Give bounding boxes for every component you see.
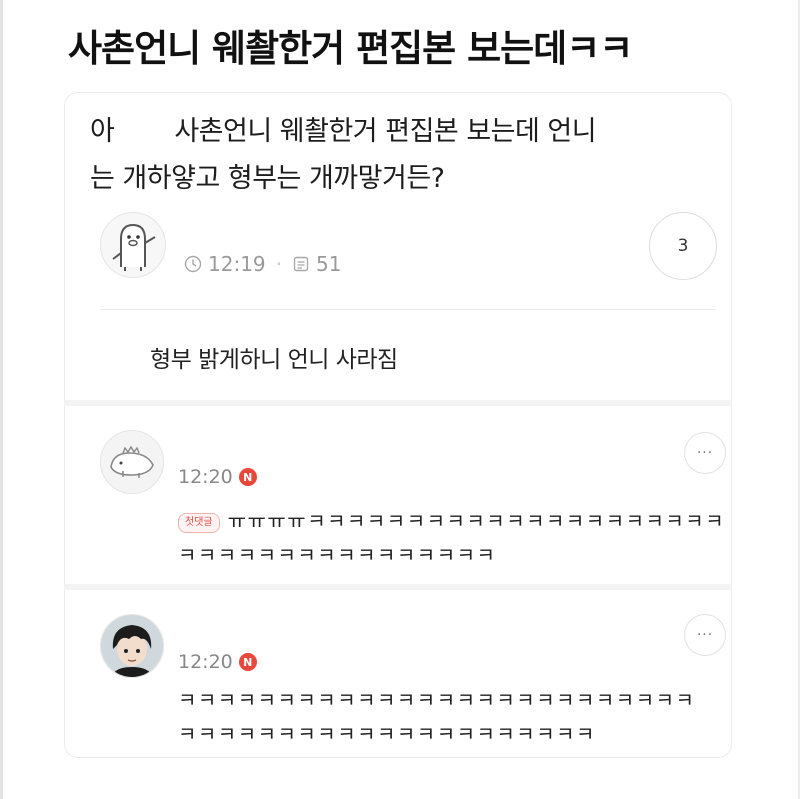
- meta-separator: ·: [275, 252, 282, 276]
- comment-time-text: 12:20: [178, 651, 233, 673]
- comment-line-1: ㅋㅋㅋㅋㅋㅋㅋㅋㅋㅋㅋㅋㅋㅋㅋㅋㅋㅋㅋㅋㅋㅋㅋㅋㅋㅋ: [178, 688, 696, 712]
- comment-text: 첫댓글 ㅠㅠㅠㅠㅋㅋㅋㅋㅋㅋㅋㅋㅋㅋㅋㅋㅋㅋㅋㅋㅋㅋㅋㅋㅋ ㅋㅋㅋㅋㅋㅋㅋㅋㅋㅋㅋ…: [178, 504, 725, 572]
- comment-time-text: 12:20: [178, 466, 233, 488]
- comment-count-button[interactable]: 3: [649, 212, 717, 280]
- comment-author-avatar[interactable]: [100, 614, 164, 678]
- post-line-1-start: 아: [90, 116, 115, 147]
- comment-line-1-text: ㅠㅠㅠㅠㅋㅋㅋㅋㅋㅋㅋㅋㅋㅋㅋㅋㅋㅋㅋㅋㅋㅋㅋㅋㅋ: [227, 509, 726, 533]
- post-author-avatar[interactable]: [100, 212, 166, 278]
- post-time: 12:19: [208, 252, 266, 276]
- comment-text: ㅋㅋㅋㅋㅋㅋㅋㅋㅋㅋㅋㅋㅋㅋㅋㅋㅋㅋㅋㅋㅋㅋㅋㅋㅋㅋ ㅋㅋㅋㅋㅋㅋㅋㅋㅋㅋㅋㅋㅋ…: [178, 683, 695, 751]
- dinosaur-avatar-icon: [101, 431, 163, 493]
- comment-time: 12:20 N: [178, 651, 257, 673]
- post-views: 51: [316, 252, 342, 276]
- first-comment-tag: 첫댓글: [178, 512, 220, 533]
- post-divider: [100, 309, 716, 310]
- author-reply-text: 형부 밝게하니 언니 사라짐: [150, 347, 398, 373]
- section-separator: [64, 400, 732, 406]
- comment-line-2: ㅋㅋㅋㅋㅋㅋㅋㅋㅋㅋㅋㅋㅋㅋㅋㅋㅋㅋㅋㅋㅋ: [178, 722, 596, 746]
- document-icon: [293, 256, 309, 272]
- new-badge-icon: N: [238, 653, 257, 671]
- clock-icon: [184, 255, 202, 273]
- post-line-1-rest: 사촌언니 웨촬한거 편집본 보는데 언니: [174, 116, 597, 147]
- post-line-1: 아 사촌언니 웨촬한거 편집본 보는데 언니: [90, 108, 710, 155]
- anime-boy-avatar-icon: [101, 615, 163, 677]
- page-title: 사촌언니 웨촬한거 편집본 보는데ㅋㅋ: [68, 27, 633, 70]
- new-badge-icon: N: [238, 468, 257, 486]
- post-body[interactable]: 아 사촌언니 웨촬한거 편집본 보는데 언니 는 개하얗고 형부는 개까맣거든?: [90, 108, 710, 202]
- comment-author-avatar[interactable]: [100, 430, 164, 494]
- more-dots-icon[interactable]: ···: [684, 614, 726, 656]
- character-avatar-icon: [101, 213, 165, 277]
- section-separator: [64, 584, 732, 590]
- left-edge-rule: [0, 0, 3, 799]
- more-dots-icon[interactable]: ···: [684, 432, 726, 474]
- post-meta: 12:19 · 51: [184, 252, 341, 276]
- comment-line-2: ㅋㅋㅋㅋㅋㅋㅋㅋㅋㅋㅋㅋㅋㅋㅋㅋ: [178, 543, 497, 567]
- post-line-2: 는 개하얗고 형부는 개까맣거든?: [90, 163, 445, 194]
- comment-time: 12:20 N: [178, 466, 257, 488]
- comment-line-1: 첫댓글 ㅠㅠㅠㅠㅋㅋㅋㅋㅋㅋㅋㅋㅋㅋㅋㅋㅋㅋㅋㅋㅋㅋㅋㅋㅋ: [178, 504, 725, 538]
